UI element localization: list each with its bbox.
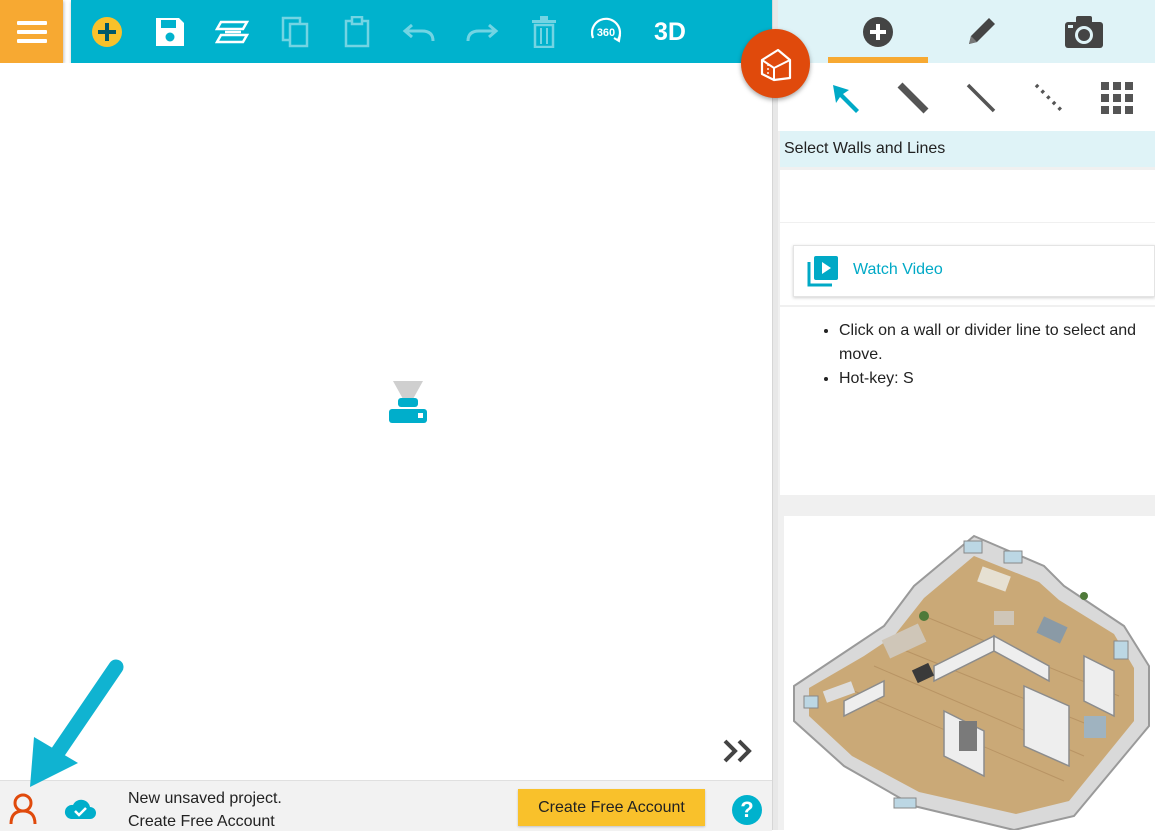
tool-row [778,63,1155,131]
undo-icon [402,23,435,42]
view-360-button[interactable]: 360 [587,13,625,51]
select-tool[interactable] [825,77,867,119]
properties-area [780,170,1155,222]
360-label: 360 [597,27,615,39]
watch-video-button[interactable]: Watch Video [793,245,1155,297]
mode-tabs [778,0,1155,63]
instruction-item: Click on a wall or divider line to selec… [839,319,1141,367]
delete-button[interactable] [525,13,563,51]
tab-add[interactable] [828,0,928,63]
cloud-saved-icon[interactable] [63,797,97,821]
copy-button[interactable] [276,13,314,51]
floors-button[interactable] [213,13,251,51]
annotation-arrow-icon [30,659,124,787]
line-tool-icon [966,83,996,113]
paste-icon [344,16,370,48]
360-icon: 360 [590,17,622,43]
camera-icon [1065,15,1103,48]
tab-snapshot[interactable] [1034,0,1134,63]
delete-icon [532,16,556,48]
section-title: Select Walls and Lines [780,131,1155,167]
redo-icon [466,23,499,42]
view-3d-button[interactable]: 3D [650,13,690,51]
right-panel: Select Walls and Lines Watch Video Click… [778,0,1155,830]
floorplan-3d-preview [784,516,1155,830]
house-3d-icon [760,48,791,81]
tab-edit[interactable] [931,0,1031,63]
video-section: Watch Video [780,223,1155,305]
user-account-icon[interactable] [9,793,37,825]
top-toolbar: 360 3D [71,0,772,63]
plus-circle-icon [863,16,893,47]
copy-icon [281,16,309,48]
floors-icon [215,20,249,44]
instructions: Click on a wall or divider line to selec… [780,307,1155,495]
line-tool[interactable] [960,77,1002,119]
status-line-1: New unsaved project. [128,790,282,807]
help-button[interactable]: ? [732,795,762,825]
redo-button[interactable] [463,13,501,51]
grid-icon [1101,82,1133,114]
watch-video-label: Watch Video [853,261,943,278]
menu-icon [16,20,47,43]
save-icon [156,18,184,46]
add-button[interactable] [88,13,126,51]
save-button[interactable] [151,13,189,51]
project-status: New unsaved project. Create Free Account [128,787,282,833]
add-icon [92,17,122,47]
menu-button[interactable] [0,0,63,63]
dotted-line-tool-icon [1034,83,1064,113]
paste-button[interactable] [338,13,376,51]
instruction-item: Hot-key: S [839,367,1141,391]
select-arrow-icon [833,85,859,113]
video-play-icon [807,256,838,287]
pencil-icon [969,17,995,44]
wall-tool-icon [897,82,929,114]
3d-house-button[interactable] [741,29,810,98]
create-free-account-button[interactable]: Create Free Account [518,789,705,826]
grid-tool[interactable] [1096,77,1138,119]
expand-panel-icon[interactable] [722,738,756,764]
dotted-line-tool[interactable] [1028,77,1070,119]
undo-button[interactable] [400,13,438,51]
wall-tool[interactable] [892,77,934,119]
camera-marker-icon[interactable] [388,381,428,427]
house-preview-image [793,534,1150,830]
